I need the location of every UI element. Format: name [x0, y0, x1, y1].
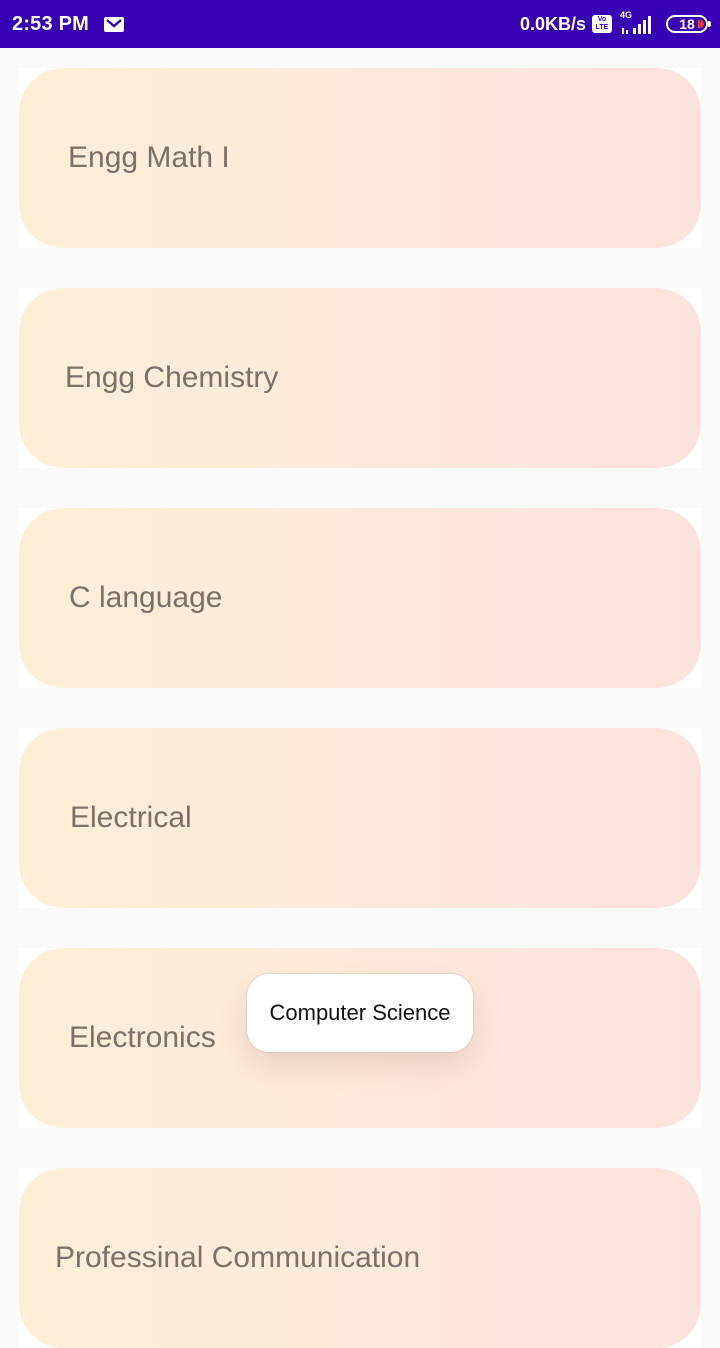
subject-card-electrical[interactable]: Electrical	[19, 728, 701, 908]
volte-icon: Vo LTE	[592, 15, 612, 33]
battery-level: 18	[679, 16, 695, 32]
subject-card-wrap: Engg Chemistry	[19, 288, 701, 468]
mail-icon	[104, 16, 124, 32]
volte-top-label: Vo	[597, 16, 607, 23]
subject-label: Electronics	[69, 1021, 216, 1054]
status-bar-right: 0.0KB/s Vo LTE 4G 18	[519, 10, 711, 36]
toast-message: Computer Science	[247, 974, 473, 1052]
subject-card-professinal-communication[interactable]: Professinal Communication	[19, 1168, 701, 1348]
signal-bars-icon	[622, 16, 651, 34]
subject-label: Electrical	[70, 801, 192, 834]
status-bar-left: 2:53 PM	[12, 13, 125, 36]
subject-label: Professinal Communication	[55, 1241, 421, 1274]
subject-card-wrap: Professinal Communication	[19, 1168, 701, 1348]
subject-card-wrap: Engg Math I	[19, 68, 701, 248]
battery-low-indicator	[698, 20, 704, 28]
subject-card-engg-chemistry[interactable]: Engg Chemistry	[19, 288, 701, 468]
status-time: 2:53 PM	[12, 12, 89, 35]
battery-icon: 18	[666, 15, 711, 33]
subject-card-engg-math-i[interactable]: Engg Math I	[19, 68, 701, 248]
subject-card-wrap: C language	[19, 508, 701, 688]
volte-bottom-label: LTE	[595, 24, 609, 31]
subject-card-c-language[interactable]: C language	[19, 508, 701, 688]
signal-4g-icon: 4G	[618, 10, 656, 36]
subject-label: Engg Math I	[68, 141, 230, 174]
subject-card-wrap: Electrical	[19, 728, 701, 908]
subject-label: Engg Chemistry	[65, 361, 279, 394]
network-speed: 0.0KB/s	[519, 13, 586, 34]
status-bar: 2:53 PM 0.0KB/s Vo LTE 4G 18	[0, 0, 720, 48]
subject-label: C language	[69, 581, 223, 614]
